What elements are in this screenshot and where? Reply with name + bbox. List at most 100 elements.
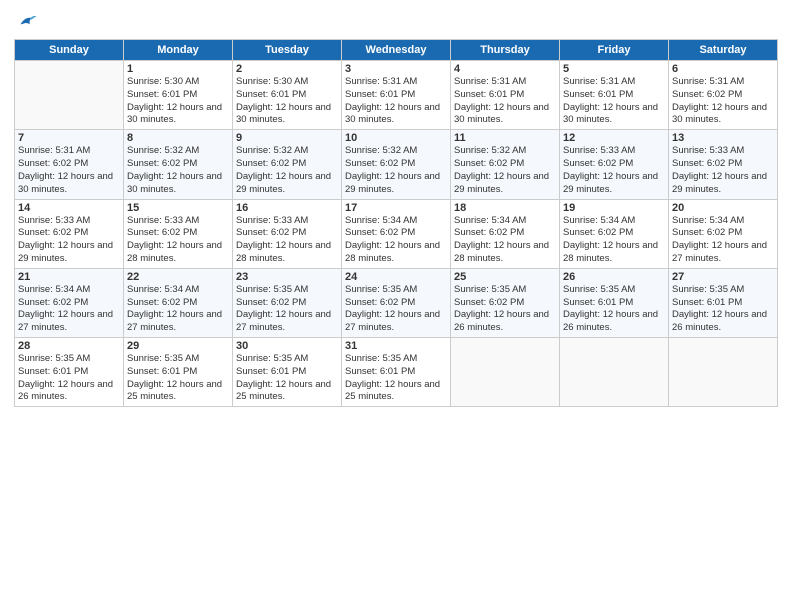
day-number: 1 xyxy=(127,63,229,75)
calendar-week-row: 21Sunrise: 5:34 AMSunset: 6:02 PMDayligh… xyxy=(15,268,778,337)
calendar-cell: 18Sunrise: 5:34 AMSunset: 6:02 PMDayligh… xyxy=(451,199,560,268)
day-number: 17 xyxy=(345,202,447,214)
day-info: Sunrise: 5:34 AMSunset: 6:02 PMDaylight:… xyxy=(563,215,665,266)
calendar-cell: 6Sunrise: 5:31 AMSunset: 6:02 PMDaylight… xyxy=(669,61,778,130)
logo-icon xyxy=(14,10,38,34)
day-number: 8 xyxy=(127,132,229,144)
day-info: Sunrise: 5:34 AMSunset: 6:02 PMDaylight:… xyxy=(345,215,447,266)
calendar-cell: 7Sunrise: 5:31 AMSunset: 6:02 PMDaylight… xyxy=(15,130,124,199)
day-number: 21 xyxy=(18,271,120,283)
calendar-week-row: 1Sunrise: 5:30 AMSunset: 6:01 PMDaylight… xyxy=(15,61,778,130)
day-info: Sunrise: 5:33 AMSunset: 6:02 PMDaylight:… xyxy=(563,145,665,196)
day-info: Sunrise: 5:35 AMSunset: 6:01 PMDaylight:… xyxy=(18,353,120,404)
day-header: Saturday xyxy=(669,40,778,61)
calendar-cell: 10Sunrise: 5:32 AMSunset: 6:02 PMDayligh… xyxy=(342,130,451,199)
calendar-cell: 2Sunrise: 5:30 AMSunset: 6:01 PMDaylight… xyxy=(233,61,342,130)
day-number: 12 xyxy=(563,132,665,144)
day-number: 16 xyxy=(236,202,338,214)
day-info: Sunrise: 5:32 AMSunset: 6:02 PMDaylight:… xyxy=(127,145,229,196)
day-info: Sunrise: 5:34 AMSunset: 6:02 PMDaylight:… xyxy=(18,284,120,335)
calendar-cell: 20Sunrise: 5:34 AMSunset: 6:02 PMDayligh… xyxy=(669,199,778,268)
day-info: Sunrise: 5:33 AMSunset: 6:02 PMDaylight:… xyxy=(127,215,229,266)
day-info: Sunrise: 5:35 AMSunset: 6:01 PMDaylight:… xyxy=(345,353,447,404)
day-info: Sunrise: 5:33 AMSunset: 6:02 PMDaylight:… xyxy=(18,215,120,266)
day-info: Sunrise: 5:30 AMSunset: 6:01 PMDaylight:… xyxy=(127,76,229,127)
day-info: Sunrise: 5:34 AMSunset: 6:02 PMDaylight:… xyxy=(672,215,774,266)
calendar-header-row: SundayMondayTuesdayWednesdayThursdayFrid… xyxy=(15,40,778,61)
calendar-cell: 23Sunrise: 5:35 AMSunset: 6:02 PMDayligh… xyxy=(233,268,342,337)
day-header: Sunday xyxy=(15,40,124,61)
calendar-cell xyxy=(451,338,560,407)
day-number: 22 xyxy=(127,271,229,283)
day-number: 2 xyxy=(236,63,338,75)
calendar-cell: 15Sunrise: 5:33 AMSunset: 6:02 PMDayligh… xyxy=(124,199,233,268)
calendar-cell: 22Sunrise: 5:34 AMSunset: 6:02 PMDayligh… xyxy=(124,268,233,337)
day-number: 25 xyxy=(454,271,556,283)
calendar-cell: 28Sunrise: 5:35 AMSunset: 6:01 PMDayligh… xyxy=(15,338,124,407)
day-number: 7 xyxy=(18,132,120,144)
day-number: 28 xyxy=(18,340,120,352)
calendar-cell: 1Sunrise: 5:30 AMSunset: 6:01 PMDaylight… xyxy=(124,61,233,130)
day-number: 10 xyxy=(345,132,447,144)
calendar-cell: 13Sunrise: 5:33 AMSunset: 6:02 PMDayligh… xyxy=(669,130,778,199)
day-info: Sunrise: 5:32 AMSunset: 6:02 PMDaylight:… xyxy=(454,145,556,196)
day-info: Sunrise: 5:31 AMSunset: 6:01 PMDaylight:… xyxy=(345,76,447,127)
day-number: 23 xyxy=(236,271,338,283)
calendar-cell xyxy=(560,338,669,407)
calendar-cell: 21Sunrise: 5:34 AMSunset: 6:02 PMDayligh… xyxy=(15,268,124,337)
day-number: 24 xyxy=(345,271,447,283)
day-number: 14 xyxy=(18,202,120,214)
calendar-cell: 8Sunrise: 5:32 AMSunset: 6:02 PMDaylight… xyxy=(124,130,233,199)
day-info: Sunrise: 5:31 AMSunset: 6:02 PMDaylight:… xyxy=(672,76,774,127)
day-info: Sunrise: 5:35 AMSunset: 6:01 PMDaylight:… xyxy=(563,284,665,335)
day-number: 6 xyxy=(672,63,774,75)
calendar-cell: 29Sunrise: 5:35 AMSunset: 6:01 PMDayligh… xyxy=(124,338,233,407)
day-info: Sunrise: 5:34 AMSunset: 6:02 PMDaylight:… xyxy=(127,284,229,335)
calendar-cell: 11Sunrise: 5:32 AMSunset: 6:02 PMDayligh… xyxy=(451,130,560,199)
calendar-cell: 4Sunrise: 5:31 AMSunset: 6:01 PMDaylight… xyxy=(451,61,560,130)
day-info: Sunrise: 5:34 AMSunset: 6:02 PMDaylight:… xyxy=(454,215,556,266)
day-number: 5 xyxy=(563,63,665,75)
day-number: 3 xyxy=(345,63,447,75)
day-info: Sunrise: 5:35 AMSunset: 6:01 PMDaylight:… xyxy=(127,353,229,404)
calendar-cell xyxy=(669,338,778,407)
day-number: 4 xyxy=(454,63,556,75)
calendar-week-row: 28Sunrise: 5:35 AMSunset: 6:01 PMDayligh… xyxy=(15,338,778,407)
calendar-week-row: 7Sunrise: 5:31 AMSunset: 6:02 PMDaylight… xyxy=(15,130,778,199)
day-number: 15 xyxy=(127,202,229,214)
day-header: Friday xyxy=(560,40,669,61)
day-info: Sunrise: 5:35 AMSunset: 6:02 PMDaylight:… xyxy=(454,284,556,335)
day-info: Sunrise: 5:30 AMSunset: 6:01 PMDaylight:… xyxy=(236,76,338,127)
day-info: Sunrise: 5:35 AMSunset: 6:02 PMDaylight:… xyxy=(345,284,447,335)
day-info: Sunrise: 5:32 AMSunset: 6:02 PMDaylight:… xyxy=(345,145,447,196)
calendar-cell xyxy=(15,61,124,130)
calendar: SundayMondayTuesdayWednesdayThursdayFrid… xyxy=(14,39,778,407)
day-info: Sunrise: 5:33 AMSunset: 6:02 PMDaylight:… xyxy=(236,215,338,266)
header xyxy=(14,10,778,34)
calendar-cell: 27Sunrise: 5:35 AMSunset: 6:01 PMDayligh… xyxy=(669,268,778,337)
day-header: Monday xyxy=(124,40,233,61)
calendar-cell: 3Sunrise: 5:31 AMSunset: 6:01 PMDaylight… xyxy=(342,61,451,130)
day-header: Tuesday xyxy=(233,40,342,61)
day-number: 29 xyxy=(127,340,229,352)
day-info: Sunrise: 5:31 AMSunset: 6:02 PMDaylight:… xyxy=(18,145,120,196)
calendar-cell: 30Sunrise: 5:35 AMSunset: 6:01 PMDayligh… xyxy=(233,338,342,407)
day-number: 13 xyxy=(672,132,774,144)
day-number: 30 xyxy=(236,340,338,352)
day-info: Sunrise: 5:31 AMSunset: 6:01 PMDaylight:… xyxy=(454,76,556,127)
day-header: Thursday xyxy=(451,40,560,61)
day-info: Sunrise: 5:33 AMSunset: 6:02 PMDaylight:… xyxy=(672,145,774,196)
day-number: 27 xyxy=(672,271,774,283)
day-number: 26 xyxy=(563,271,665,283)
page: SundayMondayTuesdayWednesdayThursdayFrid… xyxy=(0,0,792,612)
logo xyxy=(14,10,40,34)
day-number: 9 xyxy=(236,132,338,144)
day-number: 18 xyxy=(454,202,556,214)
day-number: 19 xyxy=(563,202,665,214)
calendar-cell: 12Sunrise: 5:33 AMSunset: 6:02 PMDayligh… xyxy=(560,130,669,199)
day-info: Sunrise: 5:32 AMSunset: 6:02 PMDaylight:… xyxy=(236,145,338,196)
calendar-cell: 24Sunrise: 5:35 AMSunset: 6:02 PMDayligh… xyxy=(342,268,451,337)
day-header: Wednesday xyxy=(342,40,451,61)
calendar-week-row: 14Sunrise: 5:33 AMSunset: 6:02 PMDayligh… xyxy=(15,199,778,268)
calendar-cell: 26Sunrise: 5:35 AMSunset: 6:01 PMDayligh… xyxy=(560,268,669,337)
